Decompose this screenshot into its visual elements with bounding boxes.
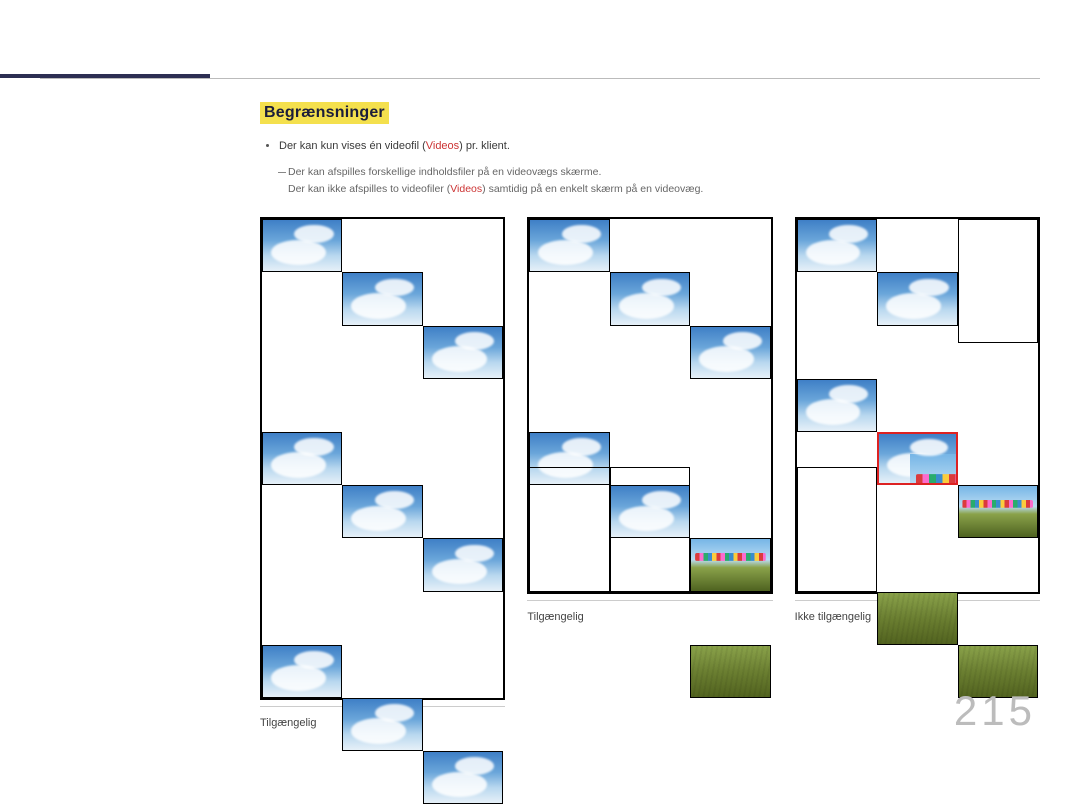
content-area: Begrænsninger Der kan kun vises én video… <box>260 102 1040 729</box>
panel <box>342 272 422 325</box>
videowall-grid-3 <box>795 217 1040 593</box>
panel <box>342 698 422 751</box>
caption-rule <box>527 600 772 601</box>
page: Begrænsninger Der kan kun vises én video… <box>0 0 1080 763</box>
bullet-prefix: Der kan kun vises én videofil ( <box>279 140 426 152</box>
panel <box>423 326 503 379</box>
panel <box>262 432 342 485</box>
subnote-line2-prefix: Der kan ikke afspilles to videofiler ( <box>288 183 450 195</box>
panel <box>797 219 877 272</box>
panel-empty <box>610 467 690 591</box>
subnote: Der kan afspilles forskellige indholdsfi… <box>278 164 1040 200</box>
panel <box>610 272 690 325</box>
panel <box>877 272 957 325</box>
panel <box>690 326 770 379</box>
bullet-list: Der kan kun vises én videofil (Videos) p… <box>260 138 1040 199</box>
panel <box>423 751 503 804</box>
bullet-text: Der kan kun vises én videofil (Videos) p… <box>279 138 1040 156</box>
section-heading: Begrænsninger <box>260 102 389 124</box>
panel <box>877 592 957 645</box>
panel <box>423 538 503 591</box>
videos-keyword: Videos <box>426 140 459 152</box>
example-3: Ikke tilgængelig <box>795 217 1040 729</box>
overlap-content <box>910 454 958 486</box>
panel <box>262 645 342 698</box>
panel <box>958 485 1038 538</box>
bullet-marker <box>266 144 269 147</box>
panel-empty <box>529 467 609 591</box>
panel <box>529 219 609 272</box>
subnote-line-2: Der kan ikke afspilles to videofiler (Vi… <box>288 181 1040 199</box>
example-1: Tilgængelig <box>260 217 505 729</box>
panel <box>797 379 877 432</box>
caption-2: Tilgængelig <box>527 611 772 623</box>
bullet-item: Der kan kun vises én videofil (Videos) p… <box>260 138 1040 156</box>
dash-marker <box>278 172 286 173</box>
videowall-grid-1 <box>260 217 505 700</box>
bullet-suffix: ) pr. klient. <box>459 140 510 152</box>
panel-empty <box>797 467 877 591</box>
example-2: Tilgængelig <box>527 217 772 729</box>
panel <box>262 219 342 272</box>
page-number: 215 <box>954 687 1036 735</box>
panel-conflict <box>877 432 957 485</box>
top-rule <box>40 78 1040 79</box>
videos-keyword-2: Videos <box>450 183 482 195</box>
panel-empty <box>958 219 1038 343</box>
panel <box>690 645 770 698</box>
panel <box>342 485 422 538</box>
subnote-line2-suffix: ) samtidig på en enkelt skærm på en vide… <box>482 183 703 195</box>
videowall-examples: Tilgængelig Tilgængelig <box>260 217 1040 729</box>
videowall-grid-2 <box>527 217 772 593</box>
panel <box>690 538 770 591</box>
subnote-line-1: Der kan afspilles forskellige indholdsfi… <box>288 164 1040 182</box>
